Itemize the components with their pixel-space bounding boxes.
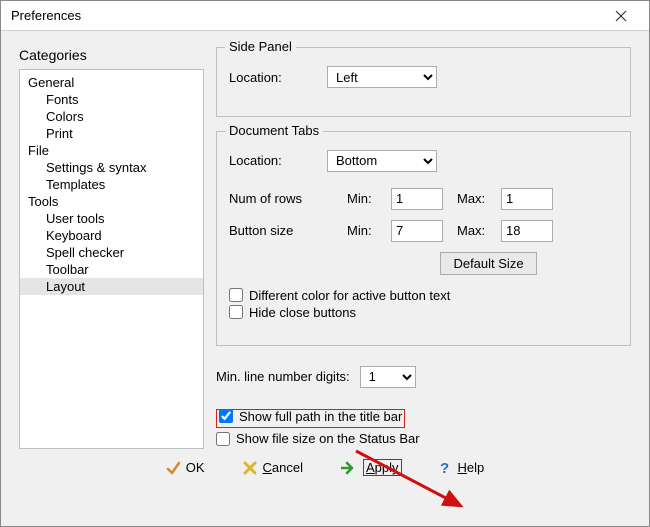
numrows-label: Num of rows [229,191,339,206]
check-icon [166,461,180,475]
show-path-checkbox[interactable] [219,409,233,423]
tree-item-file[interactable]: File [20,142,203,159]
help-icon: ? [440,460,452,476]
side-location-label: Location: [229,70,319,85]
tree-item-settings-syntax[interactable]: Settings & syntax [20,159,203,176]
titlebar: Preferences [1,1,649,31]
cancel-icon [243,461,257,475]
settings-panel: Side Panel Location: Left Document Tabs … [216,47,631,447]
apply-icon [341,461,357,475]
apply-button[interactable]: Apply [335,457,408,478]
size-max-input[interactable] [501,220,553,242]
show-size-checkbox[interactable] [216,432,230,446]
categories-tree: General Fonts Colors Print File Settings… [20,70,203,448]
diff-color-label: Different color for active button text [249,288,450,303]
tree-item-colors[interactable]: Colors [20,108,203,125]
ok-label: OK [186,460,205,475]
rows-max-input[interactable] [501,188,553,210]
min-digits-select[interactable]: 1 [360,366,416,388]
ok-button[interactable]: OK [160,457,211,478]
buttonsize-label: Button size [229,223,339,238]
apply-highlight: Apply [363,459,402,476]
rows-min-label: Min: [347,191,383,206]
doc-location-label: Location: [229,153,319,168]
doc-tabs-title: Document Tabs [225,123,323,138]
side-panel-title: Side Panel [225,39,296,54]
help-label: Help [458,460,485,475]
cancel-button[interactable]: Cancel [237,457,309,478]
show-path-label: Show full path in the title bar [239,409,402,424]
size-max-label: Max: [457,223,493,238]
close-icon [615,10,627,22]
tree-item-tools[interactable]: Tools [20,193,203,210]
tree-item-user-tools[interactable]: User tools [20,210,203,227]
rows-min-input[interactable] [391,188,443,210]
categories-title: Categories [19,47,204,63]
size-min-input[interactable] [391,220,443,242]
rows-max-label: Max: [457,191,493,206]
doc-location-select[interactable]: Bottom [327,150,437,172]
side-panel-group: Side Panel Location: Left [216,47,631,117]
tree-item-fonts[interactable]: Fonts [20,91,203,108]
tree-item-layout[interactable]: Layout [20,278,203,295]
tree-item-print[interactable]: Print [20,125,203,142]
tree-item-spell-checker[interactable]: Spell checker [20,244,203,261]
min-digits-label: Min. line number digits: [216,369,350,384]
side-location-select[interactable]: Left [327,66,437,88]
dialog-body: Categories General Fonts Colors Print Fi… [1,31,649,526]
show-path-highlight: Show full path in the title bar [216,409,405,428]
apply-label: Apply [366,460,399,475]
tree-item-toolbar[interactable]: Toolbar [20,261,203,278]
tree-item-keyboard[interactable]: Keyboard [20,227,203,244]
hide-close-checkbox[interactable] [229,305,243,319]
preferences-window: Preferences Categories General Fonts Col… [0,0,650,527]
hide-close-label: Hide close buttons [249,305,356,320]
diff-color-checkbox[interactable] [229,288,243,302]
tree-item-templates[interactable]: Templates [20,176,203,193]
cancel-label: Cancel [263,460,303,475]
tree-item-general[interactable]: General [20,74,203,91]
default-size-button[interactable]: Default Size [440,252,536,275]
categories-group: Categories General Fonts Colors Print Fi… [19,47,204,447]
svg-text:?: ? [440,460,449,476]
close-button[interactable] [601,1,641,30]
dialog-buttons: OK Cancel Apply ? Help [19,447,631,490]
window-title: Preferences [11,8,81,23]
size-min-label: Min: [347,223,383,238]
help-button[interactable]: ? Help [434,457,491,478]
document-tabs-group: Document Tabs Location: Bottom Num of ro… [216,131,631,346]
show-size-label: Show file size on the Status Bar [236,431,420,446]
